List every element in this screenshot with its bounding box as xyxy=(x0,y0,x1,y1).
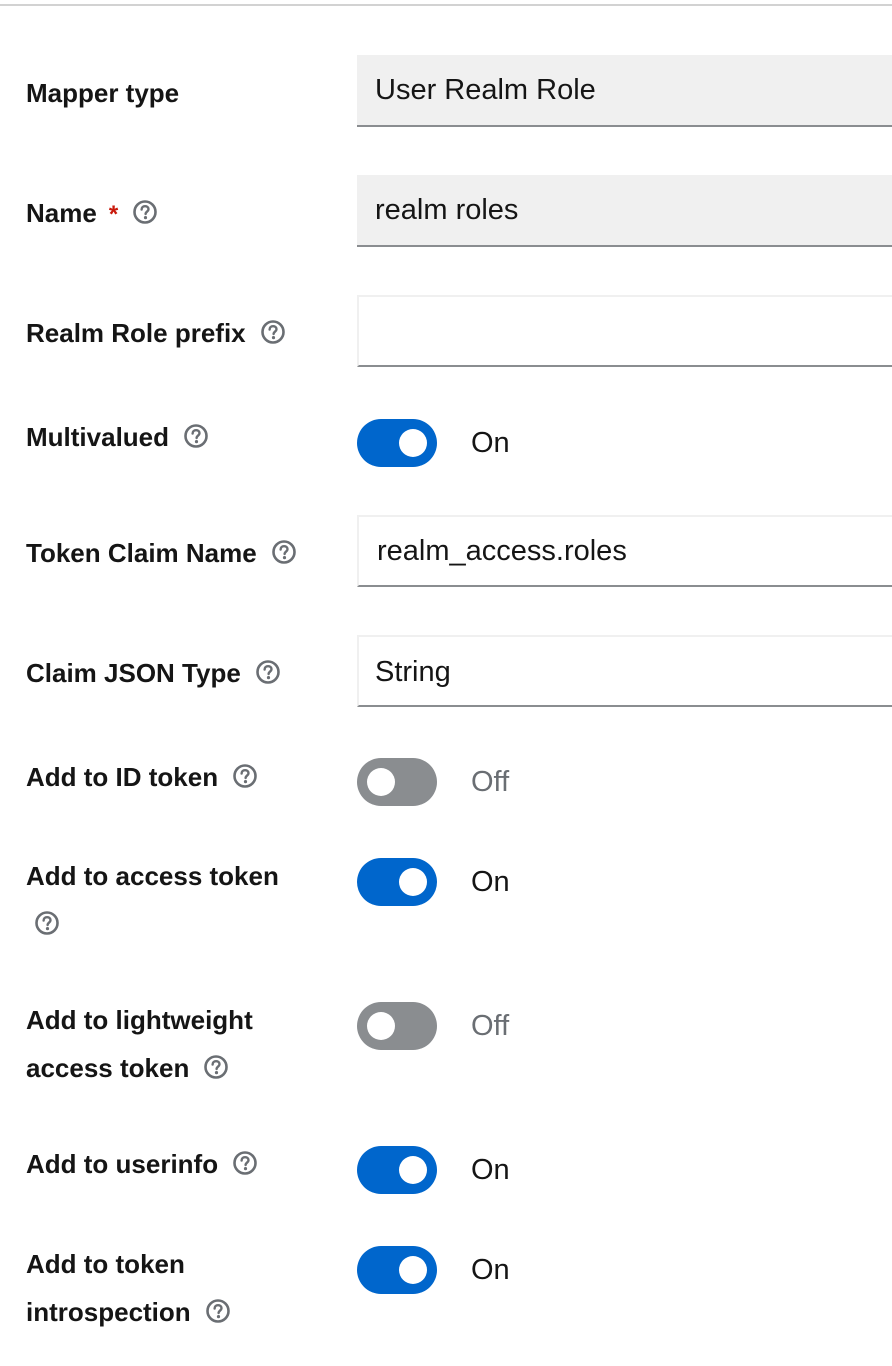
add-to-token-introspection-state: On xyxy=(471,1254,510,1286)
name-field[interactable] xyxy=(357,175,892,247)
switch-knob xyxy=(399,429,427,457)
add-to-token-introspection-label: Add to token introspection xyxy=(26,1240,326,1336)
add-to-id-token-state: Off xyxy=(471,766,510,798)
top-divider xyxy=(0,0,892,6)
multivalued-label: Multivalued xyxy=(26,413,326,461)
add-to-id-token-switch[interactable] xyxy=(357,758,437,806)
required-indicator: * xyxy=(108,201,119,228)
switch-knob xyxy=(399,1256,427,1284)
realm-role-prefix-label: Realm Role prefix xyxy=(26,309,326,357)
help-icon[interactable] xyxy=(232,763,258,789)
add-to-id-token-label: Add to ID token xyxy=(26,753,326,801)
help-icon[interactable] xyxy=(183,423,209,449)
multivalued-switch[interactable] xyxy=(357,419,437,467)
token-claim-name-label: Token Claim Name xyxy=(26,529,326,577)
help-icon[interactable] xyxy=(132,199,158,225)
help-icon[interactable] xyxy=(232,1150,258,1176)
switch-knob xyxy=(367,768,395,796)
add-to-token-introspection-switch[interactable] xyxy=(357,1246,437,1294)
help-icon[interactable] xyxy=(205,1298,231,1324)
switch-knob xyxy=(367,1012,395,1040)
help-icon[interactable] xyxy=(260,319,286,345)
add-to-access-token-label: Add to access token xyxy=(26,852,326,948)
help-icon[interactable] xyxy=(255,659,281,685)
help-icon[interactable] xyxy=(203,1054,229,1080)
token-claim-name-input[interactable] xyxy=(357,515,892,587)
multivalued-state: On xyxy=(471,427,510,459)
add-to-access-token-switch[interactable] xyxy=(357,858,437,906)
claim-json-type-value: String xyxy=(375,656,451,688)
mapper-type-field[interactable] xyxy=(357,55,892,127)
add-to-lightweight-access-token-label: Add to lightweight access token xyxy=(26,1005,253,1083)
add-to-userinfo-label: Add to userinfo xyxy=(26,1140,326,1188)
name-label: Name * xyxy=(26,189,326,239)
mapper-type-label: Mapper type xyxy=(26,78,180,108)
add-to-userinfo-state: On xyxy=(471,1154,510,1186)
switch-knob xyxy=(399,1156,427,1184)
add-to-lightweight-access-token-state: Off xyxy=(471,1010,510,1042)
claim-json-type-label: Claim JSON Type xyxy=(26,649,326,697)
realm-role-prefix-input[interactable] xyxy=(357,295,892,367)
help-icon[interactable] xyxy=(271,539,297,565)
switch-knob xyxy=(399,868,427,896)
add-to-access-token-state: On xyxy=(471,866,510,898)
claim-json-type-select[interactable]: String xyxy=(357,635,892,707)
add-to-userinfo-switch[interactable] xyxy=(357,1146,437,1194)
add-to-lightweight-access-token-switch[interactable] xyxy=(357,1002,437,1050)
help-icon[interactable] xyxy=(34,910,60,936)
